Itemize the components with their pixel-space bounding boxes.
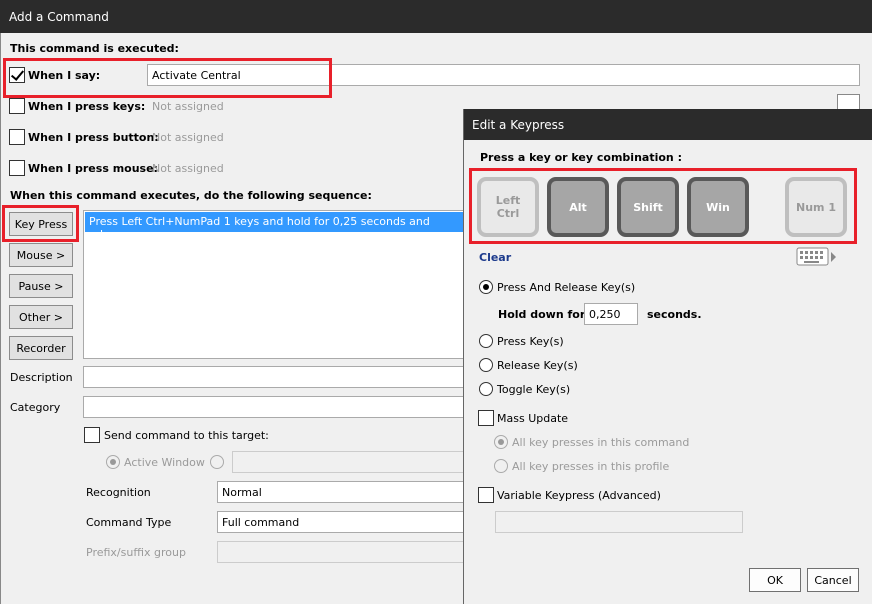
- target-input[interactable]: [232, 451, 467, 473]
- sequence-list[interactable]: Press Left Ctrl+NumPad 1 keys and hold f…: [83, 210, 467, 359]
- all-in-profile-radio[interactable]: [494, 459, 508, 473]
- edit-keypress-dialog: Edit a Keypress Press a key or key combi…: [463, 109, 872, 604]
- recognition-select[interactable]: Normal: [217, 481, 467, 503]
- active-window-label: Active Window: [124, 456, 205, 469]
- press-release-radio[interactable]: [479, 280, 493, 294]
- when-i-press-mouse-value: Not assigned: [152, 162, 224, 175]
- when-i-say-input[interactable]: Activate Central: [147, 64, 860, 86]
- press-keys-label: Press Key(s): [497, 335, 564, 348]
- release-keys-radio[interactable]: [479, 358, 493, 372]
- category-label: Category: [10, 401, 61, 414]
- key-num-1[interactable]: Num 1: [785, 177, 847, 237]
- active-window-radio[interactable]: [106, 455, 120, 469]
- when-i-press-button-value: Not assigned: [152, 131, 224, 144]
- send-command-checkbox[interactable]: [84, 427, 100, 443]
- sequence-header: When this command executes, do the follo…: [10, 189, 372, 202]
- all-in-command-radio[interactable]: [494, 435, 508, 449]
- dialog-title: Edit a Keypress: [464, 109, 872, 140]
- mass-update-label: Mass Update: [497, 412, 569, 425]
- key-shift[interactable]: Shift: [617, 177, 679, 237]
- when-i-press-keys-checkbox[interactable]: [9, 98, 25, 114]
- recorder-button[interactable]: Recorder: [9, 336, 73, 360]
- press-keys-radio[interactable]: [479, 334, 493, 348]
- hold-down-label: Hold down for: [498, 308, 586, 321]
- window-title: Add a Command: [0, 0, 872, 33]
- key-alt[interactable]: Alt: [547, 177, 609, 237]
- other-button[interactable]: Other >: [9, 305, 73, 329]
- recognition-label: Recognition: [86, 486, 151, 499]
- all-in-command-label: All key presses in this command: [512, 436, 690, 449]
- ok-button[interactable]: OK: [749, 568, 801, 592]
- key-prompt: Press a key or key combination :: [480, 151, 682, 164]
- when-i-press-keys-label: When I press keys:: [28, 100, 146, 113]
- when-i-press-mouse-label: When I press mouse:: [28, 162, 158, 175]
- sequence-item[interactable]: Press Left Ctrl+NumPad 1 keys and hold f…: [85, 212, 465, 241]
- description-input[interactable]: [83, 366, 467, 388]
- toggle-keys-label: Toggle Key(s): [497, 383, 571, 396]
- when-i-press-button-checkbox[interactable]: [9, 129, 25, 145]
- prefix-suffix-select[interactable]: [217, 541, 467, 563]
- all-in-profile-label: All key presses in this profile: [512, 460, 670, 473]
- prefix-suffix-label: Prefix/suffix group: [86, 546, 186, 559]
- when-i-press-mouse-checkbox[interactable]: [9, 160, 25, 176]
- keyboard-icon[interactable]: [796, 246, 838, 271]
- send-command-label: Send command to this target:: [104, 429, 269, 442]
- triggers-header: This command is executed:: [10, 42, 179, 55]
- key-left-ctrl[interactable]: Left Ctrl: [477, 177, 539, 237]
- key-press-button[interactable]: Key Press: [9, 212, 73, 236]
- cancel-button[interactable]: Cancel: [807, 568, 859, 592]
- when-i-say-checkbox[interactable]: [9, 67, 25, 83]
- variable-keypress-checkbox[interactable]: [478, 487, 494, 503]
- category-input[interactable]: [83, 396, 467, 418]
- press-release-label: Press And Release Key(s): [497, 281, 636, 294]
- key-win[interactable]: Win: [687, 177, 749, 237]
- mouse-button[interactable]: Mouse >: [9, 243, 73, 267]
- hold-down-input[interactable]: 0,250: [584, 303, 638, 325]
- when-i-say-label: When I say:: [28, 69, 101, 82]
- command-type-label: Command Type: [86, 516, 172, 529]
- mass-update-checkbox[interactable]: [478, 410, 494, 426]
- seconds-label: seconds.: [647, 308, 702, 321]
- toggle-keys-radio[interactable]: [479, 382, 493, 396]
- other-target-radio[interactable]: [210, 455, 224, 469]
- variable-keypress-input[interactable]: [495, 511, 743, 533]
- clear-link[interactable]: Clear: [479, 251, 511, 264]
- when-i-press-keys-value: Not assigned: [152, 100, 224, 113]
- pause-button[interactable]: Pause >: [9, 274, 73, 298]
- command-type-select[interactable]: Full command: [217, 511, 467, 533]
- description-label: Description: [10, 371, 73, 384]
- when-i-press-button-label: When I press button:: [28, 131, 159, 144]
- variable-keypress-label: Variable Keypress (Advanced): [497, 489, 661, 502]
- release-keys-label: Release Key(s): [497, 359, 578, 372]
